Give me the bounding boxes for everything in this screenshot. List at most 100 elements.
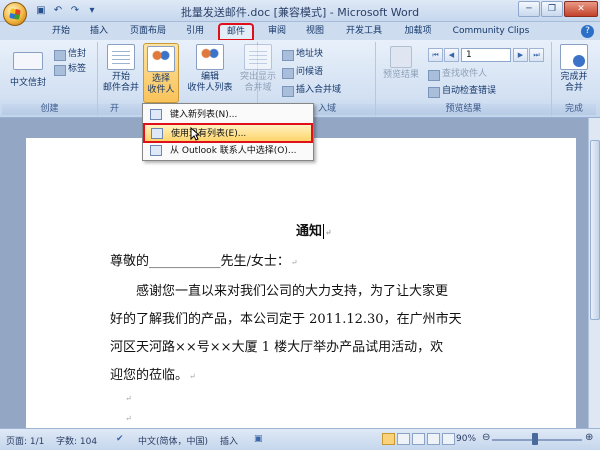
select-recipients-label-1: 选择 xyxy=(151,74,170,84)
envelopes-button[interactable]: 信封 xyxy=(54,48,86,61)
maximize-button[interactable]: ❐ xyxy=(541,1,563,17)
auto-check-errors-button[interactable]: 自动检查错误 xyxy=(428,85,496,98)
zoom-out-icon[interactable]: ⊖ xyxy=(482,432,490,443)
magnifier-icon xyxy=(390,46,412,68)
tab-community-clips[interactable]: Community Clips xyxy=(450,24,532,40)
record-number-field[interactable]: 1 xyxy=(461,48,511,62)
next-record-button[interactable]: ▶ xyxy=(513,48,528,62)
start-mail-merge-label-2: 邮件合并 xyxy=(102,83,139,93)
full-screen-reading-view-icon[interactable] xyxy=(397,433,410,445)
document-salutation: 尊敬的___________先生/女士：↵ xyxy=(110,254,298,269)
menu-item-use-existing-list[interactable]: 使用现有列表(E)... xyxy=(143,123,313,143)
draft-view-icon[interactable] xyxy=(442,433,455,445)
macro-record-icon[interactable]: ▣ xyxy=(254,434,263,444)
close-button[interactable]: ✕ xyxy=(564,1,598,17)
labels-button[interactable]: 标签 xyxy=(54,63,86,76)
preview-results-button[interactable]: 预览结果 xyxy=(380,44,422,81)
minimize-button[interactable]: ─ xyxy=(518,1,540,17)
preview-results-btn-label: 预览结果 xyxy=(382,70,419,80)
office-button[interactable] xyxy=(3,2,27,26)
document-body-line: 河区天河路××号××大厦 1 楼大厅举办产品试用活动，欢 xyxy=(110,340,444,355)
status-bar: 页面: 1/1 字数: 104 ✔ 中文(简体，中国) 插入 ▣ 90% ⊖ ⊕ xyxy=(0,428,600,450)
new-list-icon xyxy=(150,109,162,120)
edit-recipient-list-label-1: 编辑 xyxy=(200,72,219,82)
select-recipients-icon xyxy=(147,46,175,72)
highlight-label-1: 突出显示 xyxy=(239,72,276,82)
ribbon-tabs: 开始 插入 页面布局 引用 邮件 审阅 视图 开发工具 加载项 Communit… xyxy=(0,22,600,41)
status-word-count[interactable]: 字数: 104 xyxy=(56,434,97,447)
finish-merge-icon xyxy=(560,44,588,70)
zoom-in-icon[interactable]: ⊕ xyxy=(585,432,593,443)
select-recipients-label-2: 收件人 xyxy=(147,85,175,95)
highlight-merge-fields-button[interactable]: 突出显示 合并域 xyxy=(238,44,278,94)
start-mail-merge-label-1: 开始 xyxy=(111,72,130,82)
menu-item-label: 使用现有列表(E)... xyxy=(171,129,247,139)
office-logo-icon xyxy=(9,8,21,20)
start-mail-merge-icon xyxy=(107,44,135,70)
tab-view[interactable]: 视图 xyxy=(300,24,330,40)
envelope-icon xyxy=(13,52,43,70)
group-label-create: 创建 xyxy=(2,104,97,115)
tab-developer[interactable]: 开发工具 xyxy=(340,24,388,40)
group-label-preview: 预览结果 xyxy=(376,104,551,115)
tab-home[interactable]: 开始 xyxy=(46,24,76,40)
mouse-cursor-icon xyxy=(190,127,200,141)
chinese-envelope-button[interactable]: 中文信封 xyxy=(6,44,50,89)
finish-label-2: 合并 xyxy=(564,83,583,93)
document-heading: 通知 ↵ xyxy=(296,224,332,239)
zoom-slider-thumb[interactable] xyxy=(532,433,538,445)
first-record-button[interactable]: ⏮ xyxy=(428,48,443,62)
vertical-scrollbar[interactable] xyxy=(588,118,600,428)
tab-mailings[interactable]: 邮件 xyxy=(218,23,254,41)
greeting-line-button[interactable]: 问候语 xyxy=(282,66,323,79)
title-bar: ▣ ↶ ↷ ▾ 批量发送邮件.doc [兼容模式] - Microsoft Wo… xyxy=(0,0,600,26)
edit-recipient-list-button[interactable]: 编辑 收件人列表 xyxy=(184,44,236,94)
highlight-merge-fields-icon xyxy=(244,44,272,70)
web-layout-view-icon[interactable] xyxy=(412,433,425,445)
document-body-line: 感谢您一直以来对我们公司的大力支持，为了让大家更 xyxy=(136,284,449,299)
outlook-contacts-icon xyxy=(150,145,162,156)
existing-list-icon xyxy=(151,128,163,139)
last-record-button[interactable]: ⏭ xyxy=(529,48,544,62)
window-title: 批量发送邮件.doc [兼容模式] - Microsoft Word xyxy=(180,6,420,19)
zoom-level[interactable]: 90% xyxy=(456,434,476,444)
help-icon[interactable]: ? xyxy=(581,25,594,38)
select-recipients-button[interactable]: 选择 收件人 xyxy=(143,43,179,103)
empty-paragraph: ↵ xyxy=(125,394,132,403)
edit-recipient-list-label-2: 收件人列表 xyxy=(187,83,233,93)
group-preview-results: 预览结果 ⏮ ◀ 1 ▶ ⏭ 查找收件人 自动检查错误 预览结果 xyxy=(376,42,552,116)
document-page[interactable]: 通知 ↵ 尊敬的___________先生/女士：↵ 感谢您一直以来对我们公司的大… xyxy=(26,138,576,438)
insert-merge-field-button[interactable]: 插入合并域 xyxy=(282,84,341,97)
window-controls: ─ ❐ ✕ xyxy=(518,1,598,17)
tab-review[interactable]: 审阅 xyxy=(262,24,292,40)
group-label-finish: 完成 xyxy=(552,104,596,115)
find-recipient-button[interactable]: 查找收件人 xyxy=(428,68,487,81)
finish-merge-button[interactable]: 完成并 合并 xyxy=(554,44,594,94)
empty-paragraph: ↵ xyxy=(125,414,132,423)
tab-insert[interactable]: 插入 xyxy=(84,24,114,40)
start-mail-merge-button[interactable]: 开始 邮件合并 xyxy=(100,44,142,94)
menu-item-type-new-list[interactable]: 键入新列表(N)... xyxy=(144,106,312,124)
chinese-envelope-label: 中文信封 xyxy=(9,78,46,88)
tab-addins[interactable]: 加载项 xyxy=(398,24,438,40)
document-area: 通知 ↵ 尊敬的___________先生/女士：↵ 感谢您一直以来对我们公司的大… xyxy=(0,118,588,438)
tab-references[interactable]: 引用 xyxy=(180,24,210,40)
menu-item-outlook-contacts[interactable]: 从 Outlook 联系人中选择(O)... xyxy=(144,142,312,160)
proofing-icon[interactable]: ✔ xyxy=(116,434,124,444)
edit-recipient-list-icon xyxy=(196,44,224,70)
group-create: 中文信封 信封 标签 创建 xyxy=(2,42,98,116)
print-layout-view-icon[interactable] xyxy=(382,433,395,445)
menu-item-label: 键入新列表(N)... xyxy=(170,110,238,120)
document-body-line: 迎您的莅临。↵ xyxy=(110,368,196,383)
status-language[interactable]: 中文(简体，中国) xyxy=(138,434,208,447)
group-finish: 完成并 合并 完成 xyxy=(552,42,596,116)
highlight-label-2: 合并域 xyxy=(244,83,272,93)
outline-view-icon[interactable] xyxy=(427,433,440,445)
address-block-button[interactable]: 地址块 xyxy=(282,48,323,61)
tab-page-layout[interactable]: 页面布局 xyxy=(124,24,172,40)
finish-label-1: 完成并 xyxy=(560,72,588,82)
status-page[interactable]: 页面: 1/1 xyxy=(6,434,44,447)
status-insert-mode[interactable]: 插入 xyxy=(220,434,238,447)
scrollbar-thumb[interactable] xyxy=(590,140,600,320)
previous-record-button[interactable]: ◀ xyxy=(444,48,459,62)
